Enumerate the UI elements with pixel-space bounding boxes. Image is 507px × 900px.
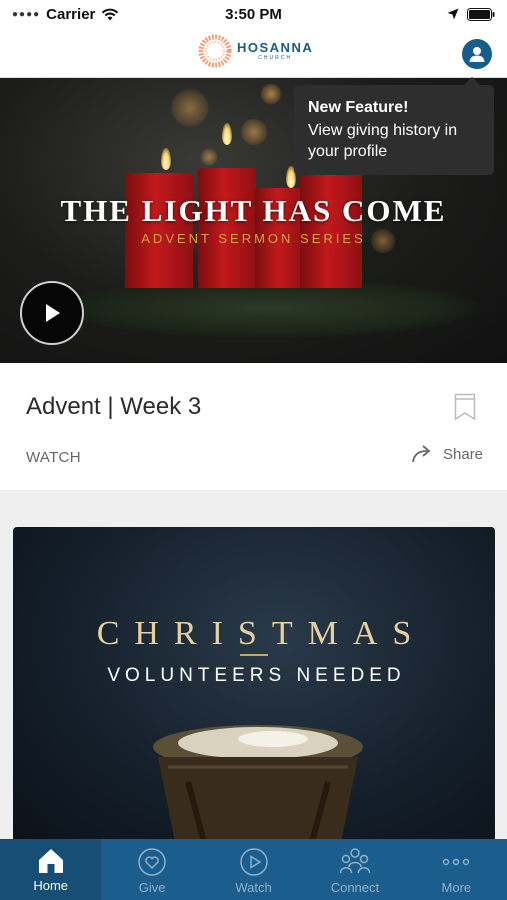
tab-more-label: More [441, 880, 472, 895]
share-button[interactable]: Share [411, 444, 483, 464]
tab-home-label: Home [33, 878, 69, 893]
share-arrow-icon [412, 445, 431, 463]
logo-subtitle: CHURCH [258, 55, 292, 61]
bookmark-icon[interactable] [454, 393, 476, 421]
share-label: Share [443, 445, 484, 463]
candle-flame [222, 123, 232, 145]
logo-text: HOSANNA CHURCH [237, 41, 313, 61]
logo-name: HOSANNA [237, 40, 314, 55]
new-feature-tooltip[interactable]: New Feature! View giving history in your… [294, 77, 494, 175]
bokeh-light [240, 118, 268, 146]
profile-button[interactable] [462, 39, 492, 69]
bokeh-light [260, 83, 282, 105]
tab-home[interactable]: Home [0, 839, 102, 900]
promo-card[interactable]: CHRISTMAS VOLUNTEERS NEEDED [13, 527, 495, 847]
logo-mark-icon [198, 34, 232, 68]
status-bar: ●●●● Carrier 3:50 PM [0, 0, 507, 28]
tab-connect-label: Connect [330, 880, 380, 895]
tooltip-title: New Feature! [308, 99, 409, 116]
candle-flame [161, 148, 171, 170]
status-left: ●●●● Carrier [12, 6, 119, 23]
tab-more[interactable]: More [406, 839, 507, 900]
user-icon [469, 47, 485, 62]
home-icon [38, 849, 63, 873]
bokeh-light [200, 148, 218, 166]
bokeh-light [170, 88, 210, 128]
signal-icon: ●●●● [12, 8, 41, 20]
carrier-label: Carrier [46, 5, 96, 23]
bottom-tab-bar: Home Give Watch Connect More [0, 839, 507, 900]
tab-connect[interactable]: Connect [304, 839, 405, 900]
tab-give[interactable]: Give [101, 839, 202, 900]
manger-image [153, 725, 363, 847]
tab-watch[interactable]: Watch [203, 839, 304, 900]
sermon-title: Advent | Week 3 [26, 393, 202, 420]
tab-give-label: Give [138, 880, 166, 895]
tab-watch-label: Watch [235, 880, 272, 895]
content-type-label: WATCH [26, 449, 81, 466]
hero-title: THE LIGHT HAS COME [60, 193, 447, 228]
app-header: HOSANNA CHURCH [0, 28, 507, 78]
tooltip-body: View giving history in your profile [308, 122, 458, 160]
play-button[interactable] [20, 281, 84, 345]
heart-circle-icon [138, 848, 166, 876]
ellipsis-icon [443, 858, 470, 866]
location-arrow-icon [447, 8, 459, 20]
promo-subtitle: VOLUNTEERS NEEDED [107, 665, 406, 686]
promo-title: CHRISTMAS [96, 615, 427, 652]
promo-divider [240, 654, 268, 656]
hero-subtitle: ADVENT SERMON SERIES [141, 231, 366, 246]
play-icon [46, 304, 60, 322]
play-circle-icon [239, 848, 268, 876]
wifi-icon [102, 8, 119, 20]
people-icon [339, 848, 371, 874]
status-right [447, 7, 495, 21]
battery-icon [467, 7, 495, 21]
church-logo[interactable]: HOSANNA CHURCH [197, 33, 313, 69]
sermon-card[interactable]: Advent | Week 3 WATCH Share [0, 363, 507, 490]
